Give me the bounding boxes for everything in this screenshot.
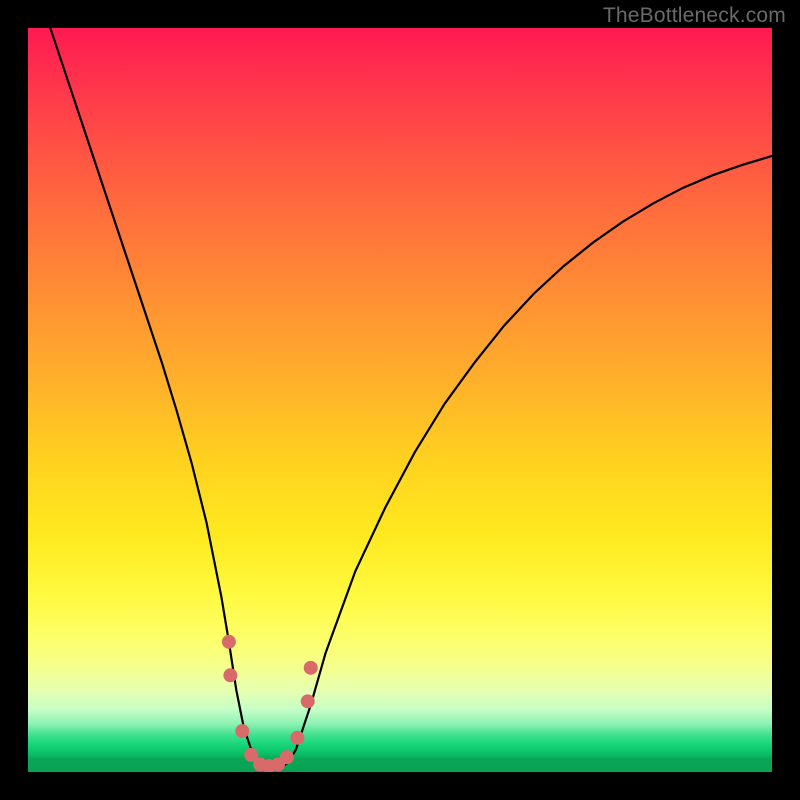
data-marker — [290, 731, 304, 745]
watermark-text: TheBottleneck.com — [603, 4, 786, 28]
data-markers — [222, 635, 318, 772]
chart-frame: TheBottleneck.com — [0, 0, 800, 800]
data-marker — [235, 724, 249, 738]
curve-layer — [28, 28, 772, 772]
gradient-plot-area — [28, 28, 772, 772]
data-marker — [304, 661, 318, 675]
data-marker — [280, 750, 294, 764]
bottleneck-curve — [28, 28, 772, 768]
data-marker — [223, 668, 237, 682]
data-marker — [301, 694, 315, 708]
data-marker — [222, 635, 236, 649]
